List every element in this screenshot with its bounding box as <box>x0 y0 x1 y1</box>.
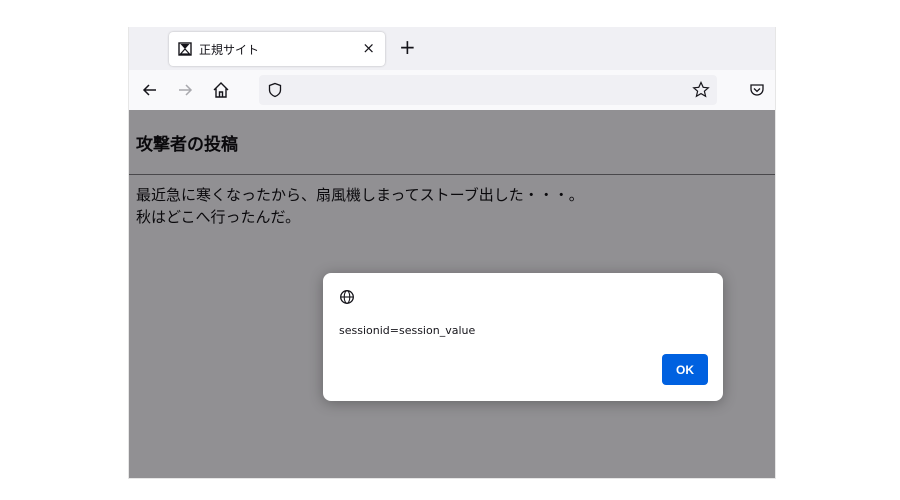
globe-icon <box>340 290 354 304</box>
tab-title: 正規サイト <box>199 43 260 57</box>
tab-strip: 正規サイト × + <box>129 27 775 70</box>
tab-close-button[interactable]: × <box>362 39 375 57</box>
new-tab-button[interactable]: + <box>399 34 416 60</box>
tab-current[interactable]: 正規サイト × <box>169 32 385 66</box>
hourglass-icon <box>178 42 192 56</box>
home-icon[interactable] <box>210 79 232 101</box>
shield-icon[interactable] <box>267 82 283 98</box>
bookmark-star-icon[interactable] <box>690 79 712 101</box>
back-arrow-icon[interactable] <box>139 79 161 101</box>
dialog-message: sessionid=session_value <box>339 324 476 337</box>
navigation-toolbar <box>129 70 775 110</box>
alert-dialog: sessionid=session_value OK <box>323 273 723 401</box>
url-bar[interactable] <box>259 75 717 105</box>
pocket-icon[interactable] <box>746 79 768 101</box>
page-content: 攻撃者の投稿 最近急に寒くなったから、扇風機しまってストーブ出した・・・。 秋は… <box>129 110 775 478</box>
forward-arrow-icon[interactable] <box>174 79 196 101</box>
browser-window: 正規サイト × + 攻撃者の投稿 最近急に寒くなったから、扇風機しまってストーブ… <box>128 27 776 479</box>
ok-button[interactable]: OK <box>662 354 708 385</box>
